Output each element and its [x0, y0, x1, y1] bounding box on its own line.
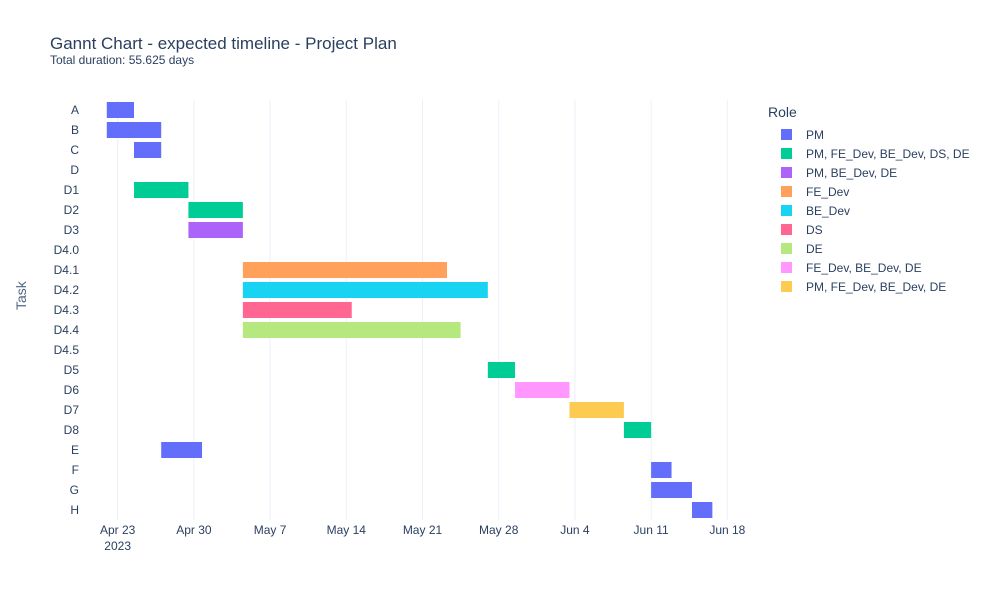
x-tick-label: May 21 [403, 523, 443, 537]
legend-items: PM PM, FE_Dev, BE_Dev, DS, DE PM, BE_Dev, … [768, 125, 970, 296]
legend-swatch [781, 262, 792, 273]
gantt-bar [651, 462, 672, 478]
x-tick-label: Jun 18 [709, 523, 745, 537]
x-tick-label: May 28 [479, 523, 519, 537]
y-tick-label: D4.2 [54, 283, 80, 297]
legend-item[interactable]: FE_Dev [768, 182, 970, 201]
y-tick-label: D4.0 [54, 243, 80, 257]
gantt-bar [623, 422, 652, 438]
x-tick-label: May 7 [254, 523, 287, 537]
y-tick-label: D2 [64, 203, 80, 217]
y-tick-label: D5 [64, 363, 80, 377]
legend-swatch [781, 148, 792, 159]
legend-swatch [781, 129, 792, 140]
legend-item[interactable]: FE_Dev, BE_Dev, DE [768, 258, 970, 277]
x-tick-label: Jun 4 [560, 523, 590, 537]
y-tick-label: C [70, 143, 79, 157]
y-tick-label: F [72, 463, 79, 477]
legend-swatch [781, 186, 792, 197]
y-tick-label: D4.4 [54, 323, 80, 337]
gantt-bar [242, 262, 447, 278]
gantt-bar [569, 402, 624, 418]
chart-title: Gannt Chart - expected timeline - Projec… [50, 34, 397, 53]
gantt-bar [487, 362, 516, 378]
legend-swatch [781, 224, 792, 235]
y-tick-label: B [71, 123, 79, 137]
x-tick-label: Apr 30 [176, 523, 212, 537]
legend-swatch [781, 205, 792, 216]
legend-item[interactable]: PM, FE_Dev, BE_Dev, DE [768, 277, 970, 296]
gantt-bar [188, 202, 243, 218]
gantt-bar [515, 382, 570, 398]
gantt-bar [106, 102, 134, 118]
y-tick-label: D [70, 163, 79, 177]
legend-item[interactable]: PM, FE_Dev, BE_Dev, DS, DE [768, 144, 970, 163]
chart-subtitle: Total duration: 55.625 days [50, 53, 195, 67]
legend-label: DE [806, 241, 823, 256]
gantt-bar [242, 322, 461, 338]
y-tick-label: D4.3 [54, 303, 80, 317]
legend-item[interactable]: BE_Dev [768, 201, 970, 220]
y-tick-label: D8 [64, 423, 80, 437]
x-tick-sublabel: 2023 [104, 539, 131, 553]
y-tick-label: E [71, 443, 79, 457]
gantt-bar [106, 122, 162, 138]
y-tick-label: H [70, 503, 79, 517]
legend-label: PM, FE_Dev, BE_Dev, DE [806, 279, 947, 294]
legend-label: PM, FE_Dev, BE_Dev, DS, DE [806, 146, 970, 161]
legend-item[interactable]: PM, BE_Dev, DE [768, 163, 970, 182]
y-tick-label: D4.5 [54, 343, 80, 357]
legend-swatch [781, 243, 792, 254]
gantt-bar [133, 142, 162, 158]
legend-item[interactable]: PM [768, 125, 970, 144]
y-tick-label: D4.1 [54, 263, 80, 277]
y-tick-label: D1 [64, 183, 80, 197]
legend-label: DS [806, 222, 823, 237]
legend-item[interactable]: DE [768, 239, 970, 258]
gantt-bar [242, 282, 488, 298]
gantt-chart: Apr 23 2023 Apr 30 May 7 May 14 May 21 May 28 J… [54, 100, 746, 553]
y-tick-label: G [70, 483, 79, 497]
x-tick-label: May 14 [327, 523, 367, 537]
legend-label: FE_Dev, BE_Dev, DE [806, 260, 922, 275]
x-tick-label: Jun 11 [634, 523, 669, 537]
y-tick-label: D3 [64, 223, 80, 237]
gantt-bar [133, 182, 189, 198]
y-tick-label: D6 [64, 383, 80, 397]
gantt-bar [242, 302, 352, 318]
gantt-bar [188, 222, 243, 238]
legend-swatch [781, 167, 792, 178]
y-tick-label: D7 [64, 403, 80, 417]
legend-label: PM [806, 127, 824, 142]
legend-label: PM, BE_Dev, DE [806, 165, 898, 180]
legend-label: BE_Dev [806, 203, 851, 218]
gantt-bar [651, 482, 692, 498]
y-tick-label: A [71, 103, 79, 117]
legend-swatch [781, 281, 792, 292]
gantt-bar [161, 442, 203, 458]
legend-title: Role [768, 104, 797, 120]
x-tick-label: Apr 23 [100, 523, 136, 537]
legend-label: FE_Dev [806, 184, 850, 199]
gantt-bar [691, 502, 713, 518]
legend-item[interactable]: DS [768, 220, 970, 239]
legend: Role PM PM, FE_Dev, BE_Dev, DS, DE PM, BE_… [768, 104, 970, 296]
y-axis-label: Task [13, 281, 29, 310]
